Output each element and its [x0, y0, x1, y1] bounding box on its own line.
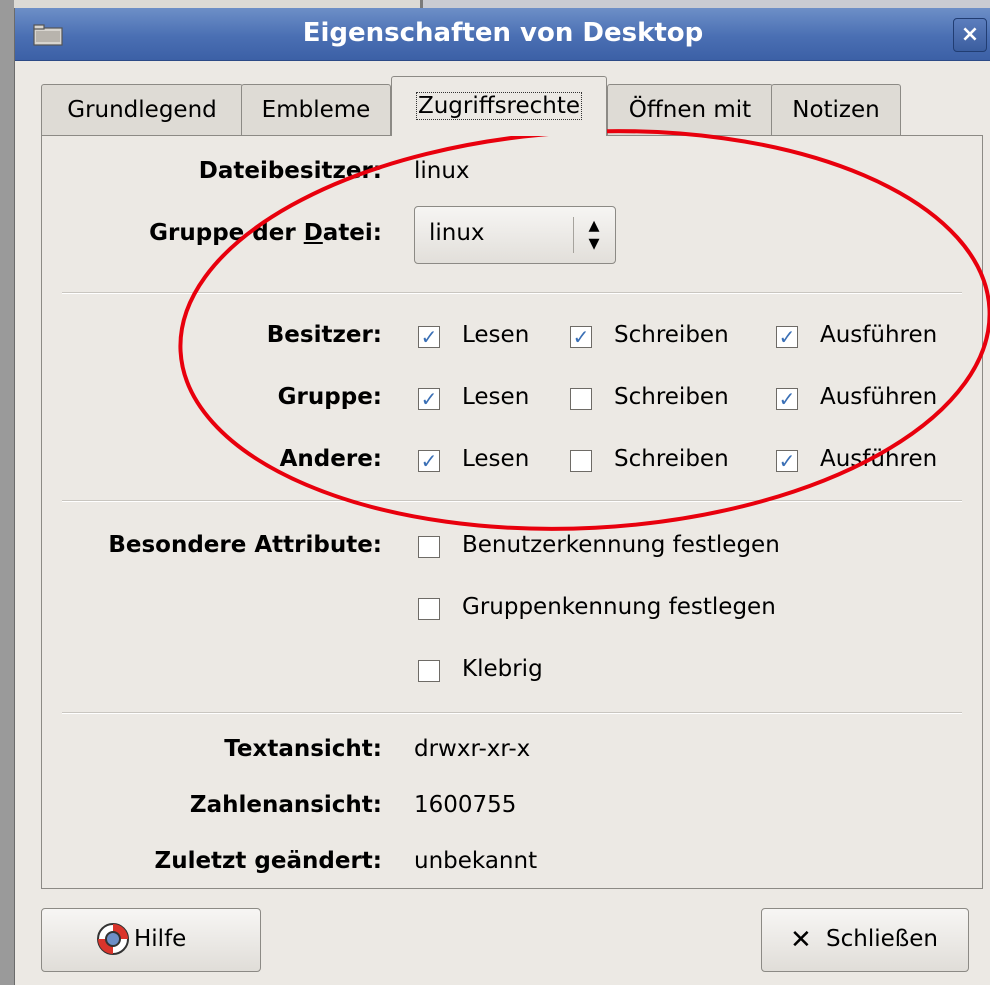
- close-button-label: Schließen: [826, 926, 938, 952]
- checkbox-label: Schreiben: [614, 446, 729, 472]
- empty-checkbox-icon: [418, 536, 440, 558]
- checkmark-icon: ✓: [776, 388, 798, 410]
- checkbox-label: Lesen: [462, 322, 530, 348]
- separator: [62, 712, 962, 714]
- updown-arrow-icon: ▴ ▾: [588, 213, 600, 256]
- permissions-panel: Dateibesitzer: linux Gruppe der Datei: l…: [41, 135, 983, 889]
- background-window-edge: [0, 0, 14, 985]
- tab-label: Notizen: [792, 97, 880, 123]
- checkbox-label: Gruppenkennung festlegen: [462, 594, 776, 620]
- tab-label: Embleme: [261, 97, 371, 123]
- text-view-label: Textansicht:: [224, 736, 382, 762]
- group-label-post: atei:: [322, 220, 382, 246]
- special-attributes-label: Besondere Attribute:: [108, 532, 382, 558]
- help-button[interactable]: Hilfe: [41, 908, 261, 972]
- group-select-value: linux: [429, 220, 485, 246]
- checkmark-icon: ✓: [418, 388, 440, 410]
- owner-value: linux: [414, 158, 470, 184]
- checkmark-icon: ✓: [418, 326, 440, 348]
- lifebuoy-icon: [97, 923, 129, 955]
- tab-label: Öffnen mit: [628, 97, 752, 123]
- background-window-strip: [0, 0, 990, 8]
- checkmark-icon: ✓: [418, 450, 440, 472]
- tab-zugriffsrechte[interactable]: Zugriffsrechte: [391, 76, 607, 136]
- tab-embleme[interactable]: Embleme: [241, 84, 391, 135]
- text-view-value: drwxr-xr-x: [414, 736, 531, 762]
- checkmark-icon: ✓: [570, 326, 592, 348]
- checkbox-label: Ausführen: [820, 384, 938, 410]
- group-label-pre: Gruppe der: [149, 220, 304, 246]
- tab-label: Grundlegend: [67, 97, 217, 123]
- checkbox-label: Ausführen: [820, 322, 938, 348]
- group-label-mnemonic: D: [303, 220, 323, 246]
- checkbox-label: Schreiben: [614, 384, 729, 410]
- close-button[interactable]: ✕ Schließen: [761, 908, 969, 972]
- checkmark-icon: ✓: [776, 450, 798, 472]
- group-select[interactable]: linux ▴ ▾: [414, 206, 616, 264]
- combo-divider: [573, 217, 574, 253]
- separator: [62, 292, 962, 294]
- window-title: Eigenschaften von Desktop: [302, 18, 704, 48]
- empty-checkbox-icon: [418, 660, 440, 682]
- checkbox-label: Lesen: [462, 446, 530, 472]
- numeric-view-label: Zahlenansicht:: [189, 792, 382, 818]
- empty-checkbox-icon: [570, 388, 592, 410]
- tab-grundlegend[interactable]: Grundlegend: [41, 84, 243, 135]
- checkbox-label: Klebrig: [462, 656, 543, 682]
- checkbox-label: Benutzerkennung festlegen: [462, 532, 780, 558]
- window-close-button[interactable]: ×: [953, 18, 987, 52]
- tab-notizen[interactable]: Notizen: [771, 84, 901, 135]
- numeric-view-value: 1600755: [414, 792, 517, 818]
- checkbox-label: Ausführen: [820, 446, 938, 472]
- properties-dialog: Eigenschaften von Desktop × Grundlegend …: [14, 8, 990, 985]
- owner-label: Dateibesitzer:: [198, 158, 382, 184]
- owner-perm-label: Besitzer:: [266, 322, 382, 348]
- empty-checkbox-icon: [418, 598, 440, 620]
- last-changed-value: unbekannt: [414, 848, 538, 874]
- last-changed-label: Zuletzt geändert:: [154, 848, 382, 874]
- empty-checkbox-icon: [570, 450, 592, 472]
- checkbox-label: Lesen: [462, 384, 530, 410]
- separator: [62, 500, 962, 502]
- group-label: Gruppe der Datei:: [149, 220, 382, 246]
- checkmark-icon: ✓: [776, 326, 798, 348]
- tab-label: Zugriffsrechte: [415, 92, 583, 120]
- group-perm-label: Gruppe:: [277, 384, 382, 410]
- title-bar[interactable]: Eigenschaften von Desktop ×: [15, 8, 990, 61]
- others-perm-label: Andere:: [279, 446, 382, 472]
- help-button-label: Hilfe: [134, 926, 187, 952]
- close-icon: ×: [960, 22, 980, 47]
- tab-oeffnen-mit[interactable]: Öffnen mit: [607, 84, 773, 135]
- x-mark-icon: ✕: [790, 925, 812, 955]
- checkbox-label: Schreiben: [614, 322, 729, 348]
